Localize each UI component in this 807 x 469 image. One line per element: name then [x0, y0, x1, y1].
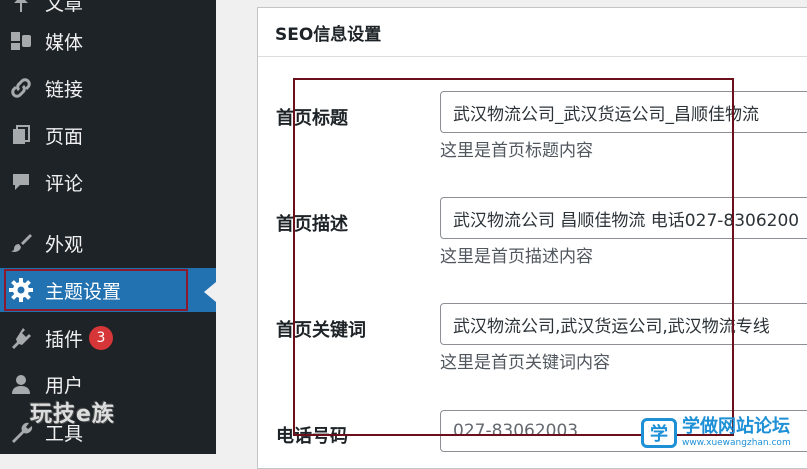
site-logo-icon: 学: [641, 418, 677, 448]
home-keywords-input[interactable]: 武汉物流公司,武汉货运公司,武汉物流专线: [440, 303, 807, 345]
sidebar-item-label: 外观: [45, 233, 84, 256]
sidebar-item-label: 媒体: [45, 31, 84, 54]
main-content: SEO信息设置 首页标题 武汉物流公司_武汉货运公司_昌顺佳物流 这里是首页标题…: [216, 0, 807, 469]
link-icon: [8, 75, 34, 101]
sidebar-item-pages[interactable]: 页面: [0, 113, 216, 157]
panel-title: SEO信息设置: [258, 8, 807, 57]
user-icon: [8, 371, 34, 397]
field-label-home-title: 首页标题: [276, 108, 348, 129]
sidebar-item-links[interactable]: 链接: [0, 66, 216, 110]
watermark-site-url: www.xuewangzhan.com: [682, 438, 791, 448]
home-title-input[interactable]: 武汉物流公司_武汉货运公司_昌顺佳物流: [440, 91, 807, 133]
home-keywords-description: 这里是首页关键词内容: [440, 353, 610, 373]
sidebar-item-media[interactable]: 媒体: [0, 19, 216, 63]
sidebar-item-label: 文章: [45, 0, 84, 15]
home-description-description: 这里是首页描述内容: [440, 247, 593, 267]
watermark-site-name: 学做网站论坛: [682, 416, 790, 437]
sidebar-item-label: 插件: [45, 328, 84, 351]
sidebar-item-comments[interactable]: 评论: [0, 160, 216, 204]
gear-icon: [8, 277, 34, 303]
plugin-icon: [8, 325, 34, 351]
site-watermark: 学 学做网站论坛 www.xuewangzhan.com: [641, 412, 807, 454]
sidebar-item-label: 主题设置: [45, 280, 122, 303]
field-label-home-keywords: 首页关键词: [276, 320, 366, 341]
seo-settings-panel: SEO信息设置 首页标题 武汉物流公司_武汉货运公司_昌顺佳物流 这里是首页标题…: [257, 7, 807, 469]
field-label-phone: 电话号码: [276, 426, 348, 447]
home-description-input[interactable]: 武汉物流公司 昌顺佳物流 电话027-8306200: [440, 197, 807, 239]
home-title-description: 这里是首页标题内容: [440, 141, 593, 161]
sidebar-item-plugins[interactable]: 插件 3: [0, 316, 216, 360]
brush-icon: [8, 230, 34, 256]
sidebar-item-label: 页面: [45, 125, 84, 148]
update-count-badge: 3: [89, 326, 114, 350]
sidebar-item-appearance[interactable]: 外观: [0, 221, 216, 265]
active-indicator-arrow: [204, 282, 216, 302]
sidebar-item-label: 链接: [45, 78, 84, 101]
sidebar-item-label: 评论: [45, 172, 84, 195]
page-icon: [8, 122, 34, 148]
sidebar-item-label: 用户: [45, 374, 84, 397]
pushpin-icon: [8, 0, 34, 15]
field-label-home-description: 首页描述: [276, 214, 348, 235]
comment-icon: [8, 169, 34, 195]
sidebar-item-theme-settings[interactable]: 主题设置: [0, 268, 216, 312]
watermark-text: 玩技e族: [30, 402, 115, 427]
admin-sidebar: 文章 媒体 链接 页面 评论 外观 主题设置 插件 3 用户 工具 玩技e族: [0, 0, 216, 454]
media-icon: [8, 28, 34, 54]
